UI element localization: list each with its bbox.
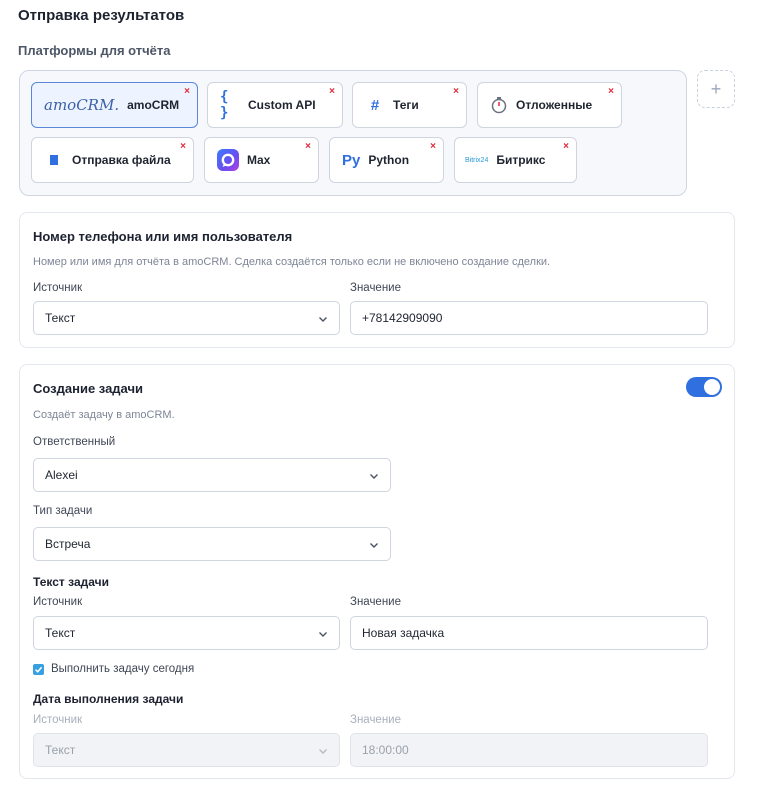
task-text-source-label: Источник [33, 596, 83, 608]
braces-icon: { } [220, 89, 229, 121]
platform-label: amoCRM [127, 98, 180, 112]
due-date-value-label: Значение [350, 714, 401, 726]
platform-chip-amocrm[interactable]: amoCRM. amoCRM × [31, 82, 198, 128]
task-card-hint: Создаёт задачу в amoCRM. [33, 409, 175, 421]
task-text-source-select[interactable]: Текст [33, 616, 340, 650]
check-icon [34, 666, 43, 673]
responsible-label: Ответственный [33, 436, 116, 448]
amocrm-logo-text: amoCRM. [44, 96, 120, 114]
phone-value-input[interactable]: +78142909090 [350, 301, 708, 335]
phone-card-title: Номер телефона или имя пользователя [33, 229, 293, 244]
phone-source-select[interactable]: Текст [33, 301, 340, 335]
source-label: Источник [33, 282, 83, 294]
select-value: Текст [45, 626, 76, 640]
due-date-value-input[interactable]: 18:00:00 [350, 733, 708, 767]
platform-label: Отложенные [516, 98, 593, 112]
python-icon: Py [342, 151, 361, 169]
remove-icon[interactable]: × [453, 87, 459, 97]
platform-chip-python[interactable]: Py Python × [329, 137, 444, 183]
task-create-toggle[interactable] [686, 377, 722, 397]
task-card: Создание задачи Создаёт задачу в amoCRM.… [19, 364, 735, 779]
select-value: Текст [45, 311, 76, 325]
platform-label: Python [368, 153, 410, 167]
platform-chip-custom-api[interactable]: { } Custom API × [207, 82, 343, 128]
task-text-section: Текст задачи [33, 575, 109, 589]
task-text-value-input[interactable]: Новая задачка [350, 616, 708, 650]
remove-icon[interactable]: × [305, 142, 311, 152]
remove-icon[interactable]: × [329, 87, 335, 97]
platform-chip-file[interactable]: Отправка файла × [31, 137, 194, 183]
chevron-down-icon [319, 749, 327, 754]
phone-card-hint: Номер или имя для отчёта в amoCRM. Сделк… [33, 256, 551, 268]
phone-card: Номер телефона или имя пользователя Номе… [19, 212, 735, 348]
platform-chip-delayed[interactable]: Отложенные × [477, 82, 622, 128]
task-type-select[interactable]: Встреча [33, 527, 391, 561]
due-date-section: Дата выполнения задачи [33, 692, 184, 706]
chevron-down-icon [370, 543, 378, 548]
platform-chip-tags[interactable]: # Теги × [352, 82, 467, 128]
due-date-source-select[interactable]: Текст [33, 733, 340, 767]
platform-chip-bitrix[interactable]: Bitrix24 Битрикс × [454, 137, 577, 183]
today-checkbox-label: Выполнить задачу сегодня [51, 663, 195, 675]
remove-icon[interactable]: × [608, 87, 614, 97]
chevron-down-icon [319, 317, 327, 322]
toggle-knob [704, 379, 720, 395]
chevron-down-icon [370, 474, 378, 479]
chevron-down-icon [319, 632, 327, 637]
platform-label: Max [247, 153, 271, 167]
platform-label: Битрикс [496, 153, 546, 167]
select-value: Встреча [45, 537, 91, 551]
select-value: Текст [45, 743, 76, 757]
platform-label: Теги [393, 98, 419, 112]
file-icon [44, 155, 64, 165]
amocrm-logo: amoCRM. [44, 96, 119, 114]
task-text-value-label: Значение [350, 596, 401, 608]
remove-icon[interactable]: × [180, 142, 186, 152]
max-logo [217, 149, 239, 171]
add-platform-button[interactable]: + [697, 70, 735, 108]
task-card-title: Создание задачи [33, 381, 144, 396]
hash-icon: # [370, 96, 380, 114]
platforms-label: Платформы для отчёта [18, 43, 171, 58]
platform-label: Отправка файла [72, 153, 171, 167]
remove-icon[interactable]: × [563, 142, 569, 152]
platform-chip-max[interactable]: Max × [204, 137, 319, 183]
page-title: Отправка результатов [18, 7, 185, 24]
stopwatch-icon [490, 96, 508, 114]
remove-icon[interactable]: × [184, 87, 190, 97]
platform-label: Custom API [248, 98, 316, 112]
task-type-label: Тип задачи [33, 505, 93, 517]
responsible-select[interactable]: Alexei [33, 458, 391, 492]
platforms-panel: amoCRM. amoCRM × { } Custom API × # Теги… [19, 70, 687, 196]
remove-icon[interactable]: × [430, 142, 436, 152]
select-value: Alexei [45, 468, 78, 482]
value-label: Значение [350, 282, 401, 294]
today-checkbox[interactable] [33, 664, 44, 675]
due-date-source-label: Источник [33, 714, 83, 726]
bitrix-logo: Bitrix24 [465, 156, 489, 164]
